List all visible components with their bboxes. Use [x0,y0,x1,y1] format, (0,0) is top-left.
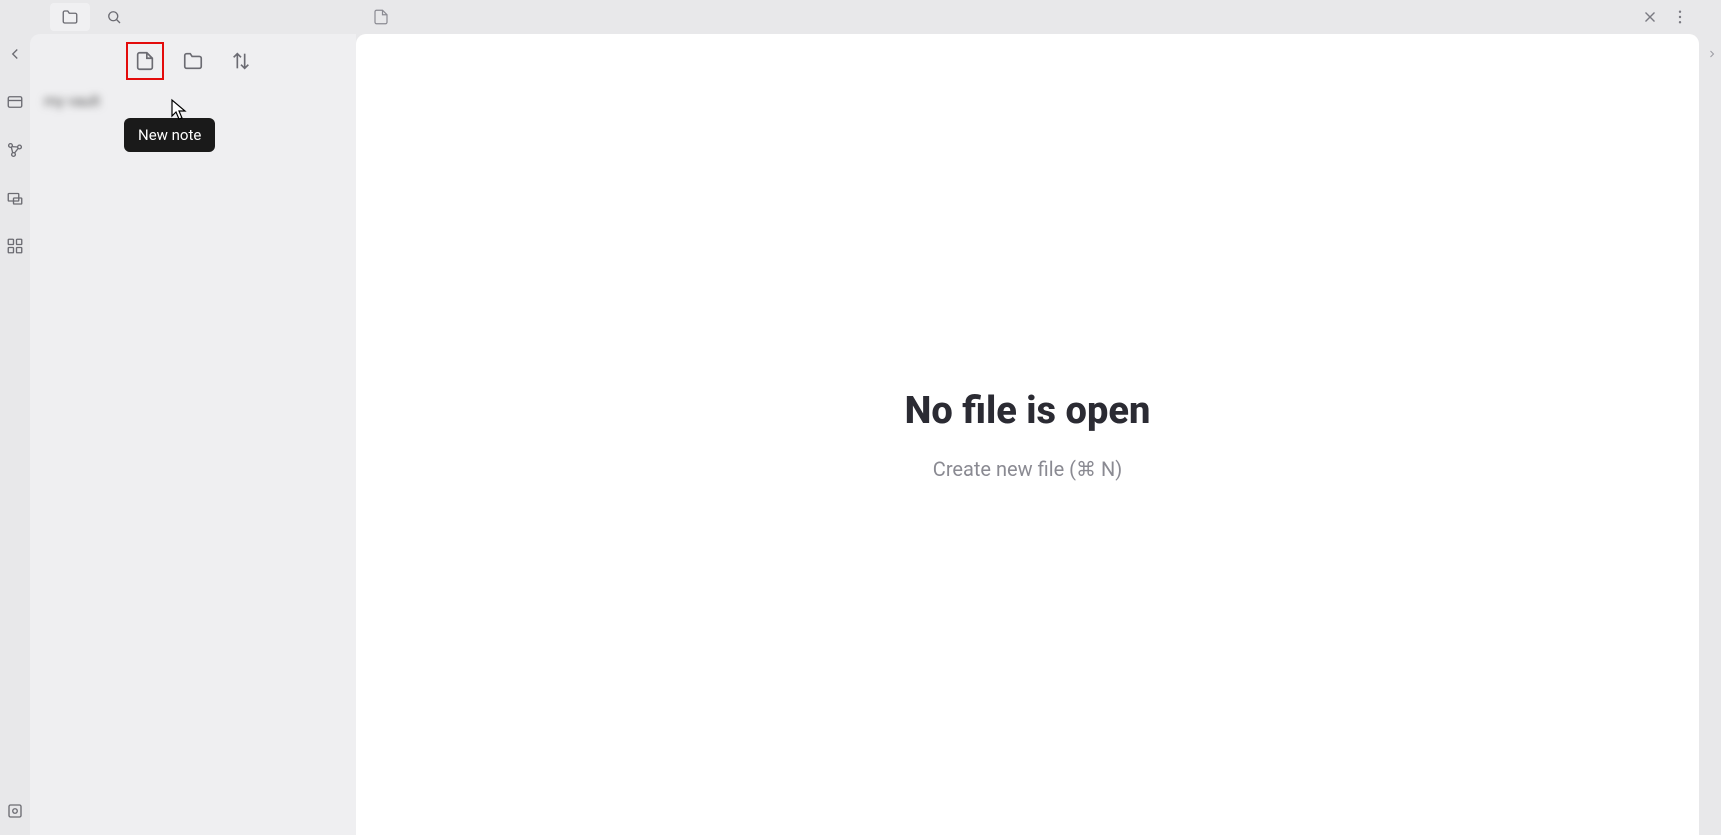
command-palette-icon[interactable] [5,236,25,256]
quick-switcher-icon[interactable] [5,92,25,112]
vault-switcher-icon[interactable] [5,801,25,821]
search-tab[interactable] [94,3,134,31]
sort-button[interactable] [228,48,254,74]
new-note-button[interactable] [132,48,158,74]
collapse-sidebar-icon[interactable] [5,44,25,64]
left-ribbon [0,0,30,835]
explorer-body: New note my vault [30,34,356,835]
empty-state-title: No file is open [905,389,1151,433]
files-tab[interactable] [50,3,90,31]
canvas-icon[interactable] [5,188,25,208]
explorer-actions [40,48,346,74]
editor-tabbar [356,0,1703,34]
explorer-tabs [30,0,356,34]
empty-tab[interactable] [364,3,398,31]
main-area: No file is open Create new file (⌘ N) [356,0,1703,835]
editor-content: No file is open Create new file (⌘ N) [356,34,1699,835]
tooltip: New note [124,118,215,152]
right-sidebar-toggle[interactable] [1703,0,1721,835]
tab-more-button[interactable] [1665,3,1695,31]
file-explorer-panel: New note my vault [30,0,356,835]
new-folder-button[interactable] [180,48,206,74]
create-new-file-link[interactable]: Create new file (⌘ N) [933,457,1122,481]
close-tab-button[interactable] [1635,3,1665,31]
vault-name: my vault [40,92,346,110]
graph-view-icon[interactable] [5,140,25,160]
